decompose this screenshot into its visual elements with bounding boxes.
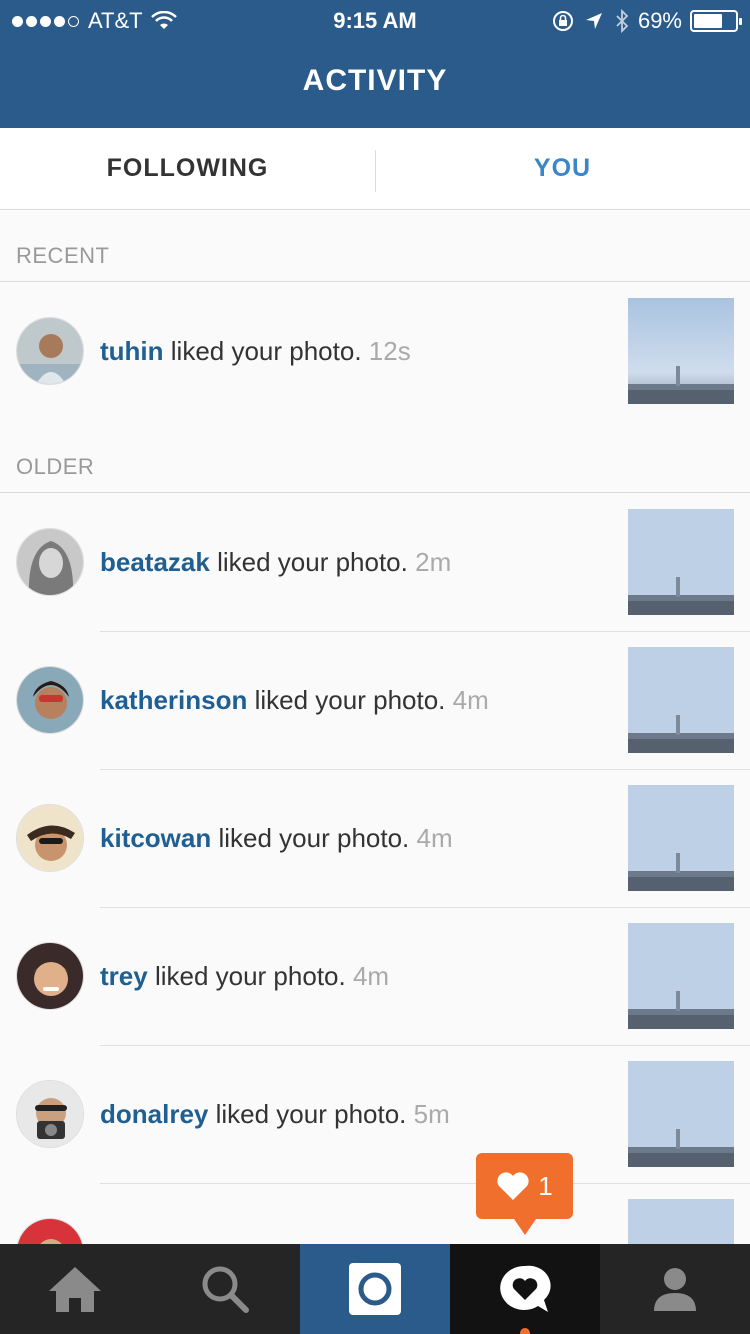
- notification-count: 1: [538, 1170, 553, 1201]
- activity-text: donalrey liked your photo. 5m: [100, 1099, 450, 1130]
- avatar[interactable]: [16, 804, 84, 872]
- timestamp: 4m: [352, 961, 390, 991]
- tab-search[interactable]: [150, 1244, 300, 1334]
- status-right: 69%: [552, 8, 742, 34]
- avatar[interactable]: [16, 666, 84, 734]
- activity-text: kitcowan liked your photo. 4m: [100, 823, 453, 854]
- section-label-older: OLDER: [16, 454, 95, 479]
- photo-thumbnail[interactable]: [628, 923, 734, 1029]
- list-item[interactable]: tuhin liked your photo. 12s: [0, 282, 750, 420]
- username-link[interactable]: kitcowan: [100, 823, 211, 853]
- bottom-tab-bar: [0, 1244, 750, 1334]
- photo-thumbnail[interactable]: [628, 647, 734, 753]
- top-bar: AT&T 9:15 AM 69% ACTIVITY: [0, 0, 750, 128]
- page-title: ACTIVITY: [302, 64, 448, 97]
- home-icon: [49, 1267, 101, 1312]
- action-text: liked your photo.: [170, 336, 362, 366]
- photo-thumbnail[interactable]: [628, 298, 734, 404]
- active-tab-indicator: [520, 1328, 530, 1334]
- photo-thumbnail[interactable]: [628, 1061, 734, 1167]
- action-text: liked your photo.: [154, 961, 346, 991]
- tab-activity[interactable]: [450, 1244, 600, 1334]
- avatar[interactable]: [16, 1080, 84, 1148]
- username-link[interactable]: katherinson: [100, 685, 247, 715]
- bluetooth-icon: [616, 9, 629, 33]
- list-item[interactable]: kitcowan liked your photo. 4m: [0, 769, 750, 907]
- search-icon: [202, 1266, 249, 1313]
- notification-bubble[interactable]: 1: [476, 1153, 573, 1235]
- activity-text: trey liked your photo. 4m: [100, 961, 389, 992]
- avatar[interactable]: [16, 942, 84, 1010]
- battery-percent: 69%: [637, 8, 682, 33]
- tab-divider: [375, 150, 376, 192]
- activity-text: beatazak liked your photo. 2m: [100, 547, 451, 578]
- timestamp: 5m: [413, 1099, 450, 1129]
- activity-text: katherinson liked your photo. 4m: [100, 685, 489, 716]
- tab-profile[interactable]: [600, 1244, 750, 1334]
- profile-icon: [654, 1268, 696, 1311]
- username-link[interactable]: donalrey: [100, 1099, 208, 1129]
- list-item[interactable]: donalrey liked your photo. 5m: [0, 1045, 750, 1183]
- location-arrow-icon: [585, 13, 602, 29]
- list-item[interactable]: beatazak liked your photo. 2m: [0, 493, 750, 631]
- photo-thumbnail[interactable]: [628, 785, 734, 891]
- timestamp: 12s: [368, 336, 411, 366]
- tab-following[interactable]: FOLLOWING: [0, 128, 375, 209]
- list-item[interactable]: trey liked your photo. 4m: [0, 907, 750, 1045]
- status-bar: AT&T 9:15 AM 69%: [0, 0, 750, 40]
- username-link[interactable]: trey: [100, 961, 148, 991]
- activity-tabs: FOLLOWING YOU: [0, 128, 750, 210]
- activity-text: tuhin liked your photo. 12s: [100, 336, 411, 367]
- section-label-recent: RECENT: [16, 243, 110, 268]
- tab-home[interactable]: [0, 1244, 150, 1334]
- action-text: liked your photo.: [218, 823, 410, 853]
- camera-icon: [349, 1263, 401, 1315]
- username-link[interactable]: beatazak: [100, 547, 210, 577]
- timestamp: 4m: [416, 823, 453, 853]
- activity-heart-icon: [500, 1265, 551, 1312]
- photo-thumbnail[interactable]: [628, 509, 734, 615]
- tab-camera[interactable]: [300, 1244, 450, 1334]
- rotation-lock-icon: [552, 11, 573, 31]
- action-text: liked your photo.: [254, 685, 446, 715]
- username-link[interactable]: tuhin: [100, 336, 164, 366]
- avatar[interactable]: [16, 528, 84, 596]
- timestamp: 4m: [452, 685, 489, 715]
- list-item[interactable]: katherinson liked your photo. 4m: [0, 631, 750, 769]
- heart-icon: [497, 1172, 529, 1200]
- battery-icon: [690, 10, 742, 32]
- timestamp: 2m: [415, 547, 452, 577]
- action-text: liked your photo.: [217, 547, 408, 577]
- action-text: liked your photo.: [215, 1099, 407, 1129]
- tab-you[interactable]: YOU: [375, 128, 750, 209]
- avatar[interactable]: [16, 317, 84, 385]
